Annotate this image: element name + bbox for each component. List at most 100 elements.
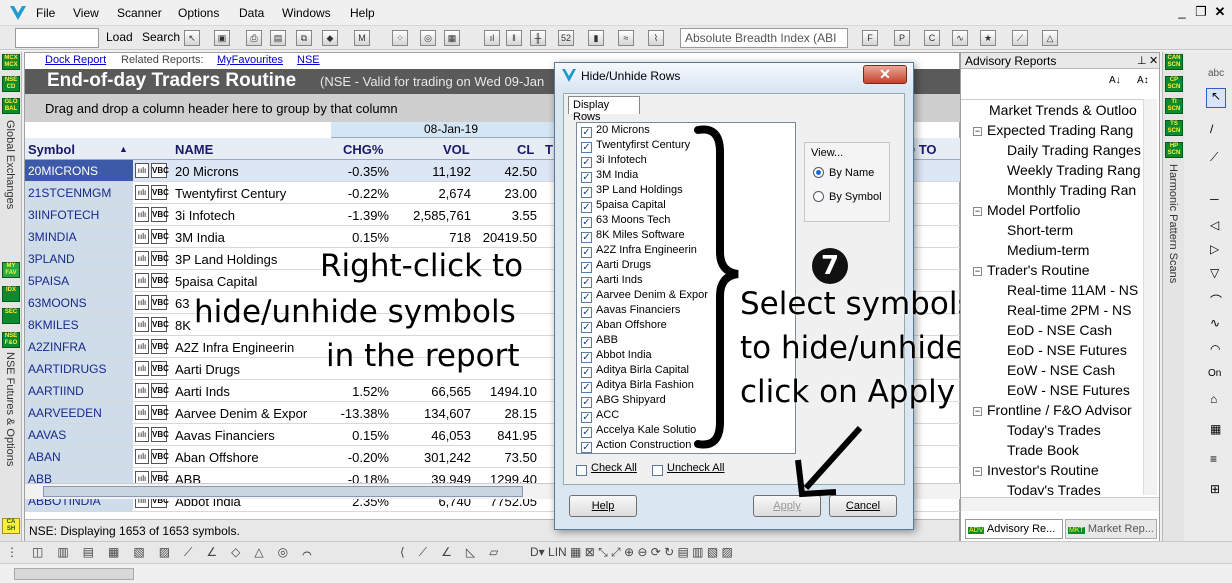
symbol-input[interactable]	[15, 28, 99, 48]
chart-bar-icon[interactable]: ıl	[484, 30, 500, 46]
close-icon[interactable]: ✕	[1212, 4, 1228, 20]
checkbox-checked-icon[interactable]: ✓	[581, 292, 592, 303]
window-icon[interactable]: ▦	[444, 30, 460, 46]
vbc-icon[interactable]: VBC	[151, 229, 169, 244]
menu-view[interactable]: View	[73, 6, 99, 20]
save-icon[interactable]: ▣	[214, 30, 230, 46]
pin-icon[interactable]: ⊥	[1137, 54, 1147, 67]
tree-group[interactable]: − Frontline / F&O Advisor	[973, 402, 1132, 418]
checkbox-checked-icon[interactable]: ✓	[581, 172, 592, 183]
by-symbol-radio[interactable]: By Symbol	[813, 191, 882, 203]
collapse-icon[interactable]: −	[973, 267, 982, 276]
panel-close-icon[interactable]: ✕	[1149, 54, 1158, 67]
fibo-icon[interactable]: F	[862, 30, 878, 46]
tab-display-rows[interactable]: Display Rows	[568, 96, 640, 123]
pivot-icon[interactable]: P	[894, 30, 910, 46]
cash-badge[interactable]: CA SH	[2, 518, 20, 534]
tree-leaf[interactable]: EoW - NSE Cash	[1007, 362, 1115, 378]
cursor-tool-icon[interactable]: ↖	[1206, 88, 1226, 108]
vbc-icon[interactable]: VBC	[151, 251, 169, 266]
menu-data[interactable]: Data	[239, 6, 264, 20]
chart-icon[interactable]: ıılı	[135, 207, 149, 222]
checkbox-checked-icon[interactable]: ✓	[581, 157, 592, 168]
checklist-item[interactable]: ✓ 3M India	[581, 169, 638, 184]
dialog-close-button[interactable]: ✕	[863, 65, 907, 84]
pointer-icon[interactable]: ↖	[184, 30, 200, 46]
ti-scan-badge[interactable]: TI SCN	[1165, 98, 1183, 114]
vbc-icon[interactable]: VBC	[151, 449, 169, 464]
tree-leaf[interactable]: EoD - NSE Futures	[1007, 342, 1127, 358]
hline-tool-icon[interactable]: ─	[1210, 192, 1219, 206]
checklist-item[interactable]: ✓ Abbot India	[581, 349, 652, 364]
checkbox-checked-icon[interactable]: ✓	[581, 142, 592, 153]
wave-tool-icon[interactable]: ∿	[1210, 316, 1220, 330]
scroll-thumb[interactable]	[43, 486, 523, 497]
tree-scrollbar[interactable]	[1143, 99, 1157, 495]
preview-icon[interactable]: ▤	[270, 30, 286, 46]
tree-group[interactable]: − Investor's Routine	[973, 462, 1099, 478]
restore-icon[interactable]: ❐	[1193, 4, 1209, 20]
checkbox-checked-icon[interactable]: ✓	[581, 232, 592, 243]
vbc-icon[interactable]: VBC	[151, 361, 169, 376]
cp-scan-badge[interactable]: CP SCN	[1165, 76, 1183, 92]
checklist-item[interactable]: ✓ 3i Infotech	[581, 154, 647, 169]
checkbox-checked-icon[interactable]: ✓	[581, 202, 592, 213]
vbc-icon[interactable]: VBC	[151, 383, 169, 398]
checkbox-checked-icon[interactable]: ✓	[581, 307, 592, 318]
idx-badge[interactable]: IDX	[2, 286, 20, 302]
sort-asc-icon[interactable]: ▲	[119, 144, 128, 154]
menu-windows[interactable]: Windows	[282, 6, 331, 20]
menu-file[interactable]: File	[36, 6, 55, 20]
checkbox-checked-icon[interactable]: ✓	[581, 277, 592, 288]
global-badge[interactable]: GLO BAL	[2, 98, 20, 114]
col-header-name[interactable]: NAME	[175, 142, 213, 157]
chart-icon[interactable]: ıılı	[135, 383, 149, 398]
vbc-icon[interactable]: VBC	[151, 207, 169, 222]
checklist-item[interactable]: ✓ Twentyfirst Century	[581, 139, 690, 154]
checkbox-checked-icon[interactable]: ✓	[581, 322, 592, 333]
checkbox-checked-icon[interactable]: ✓	[581, 217, 592, 228]
bottom-tool-icons[interactable]: ⋮◫▥▤▦▧▨⟋∠◇△◎⌒	[6, 545, 326, 560]
on-toggle-icon[interactable]: On	[1208, 368, 1221, 379]
checklist-item[interactable]: ✓ Aarvee Denim & Expor	[581, 289, 708, 304]
checkbox-checked-icon[interactable]: ✓	[581, 382, 592, 393]
tree-group[interactable]: − Model Portfolio	[973, 202, 1080, 218]
checkbox-checked-icon[interactable]: ✓	[581, 247, 592, 258]
col-header-symbol[interactable]: Symbol	[28, 142, 75, 157]
checklist-item[interactable]: ✓ ACC	[581, 409, 619, 424]
col-header-chg[interactable]: CHG%	[343, 142, 383, 157]
cam-icon[interactable]: C	[924, 30, 940, 46]
m-icon[interactable]: M	[354, 30, 370, 46]
collapse-icon[interactable]: −	[973, 467, 982, 476]
vbc-icon[interactable]: VBC	[151, 295, 169, 310]
lock-tool-icon[interactable]: ⌂	[1210, 392, 1217, 406]
wave-icon[interactable]: ∿	[952, 30, 968, 46]
checkbox-checked-icon[interactable]: ✓	[581, 412, 592, 423]
triangle-icon[interactable]: △	[1042, 30, 1058, 46]
checklist-item[interactable]: ✓ Aavas Financiers	[581, 304, 680, 319]
chart-icon[interactable]: ıılı	[135, 295, 149, 310]
diamond-icon[interactable]: ◆	[322, 30, 338, 46]
checkbox-checked-icon[interactable]: ✓	[581, 367, 592, 378]
nse-link[interactable]: NSE	[297, 54, 320, 66]
nse-futures-options-label[interactable]: NSE Futures & Options	[4, 352, 16, 466]
star-icon[interactable]: ★	[980, 30, 996, 46]
tab-market-reports[interactable]: MKT Market Rep...	[1065, 519, 1157, 539]
chart-icon[interactable]: ıılı	[135, 449, 149, 464]
checkbox-checked-icon[interactable]: ✓	[581, 427, 592, 438]
dock-report-link[interactable]: Dock Report	[45, 54, 106, 66]
print-icon[interactable]: ⎙	[246, 30, 262, 46]
tree-leaf[interactable]: Weekly Trading Rang	[1007, 162, 1141, 178]
uncheck-all-checkbox[interactable]: .Uncheck All	[652, 462, 724, 476]
checklist-item[interactable]: ✓ Aditya Birla Fashion	[581, 379, 694, 394]
check-all-checkbox[interactable]: .Check All	[576, 462, 637, 476]
tree-leaf[interactable]: Short-term	[1007, 222, 1073, 238]
tree-hscrollbar[interactable]	[961, 497, 1159, 511]
app-logo-icon[interactable]	[8, 4, 28, 22]
mcx-badge[interactable]: MCX MCX	[2, 54, 20, 70]
checkbox-checked-icon[interactable]: ✓	[581, 127, 592, 138]
tree-leaf[interactable]: Medium-term	[1007, 242, 1089, 258]
menu-help[interactable]: Help	[350, 6, 375, 20]
checkbox-checked-icon[interactable]: ✓	[581, 337, 592, 348]
checklist-item[interactable]: ✓ 8K Miles Software	[581, 229, 685, 244]
